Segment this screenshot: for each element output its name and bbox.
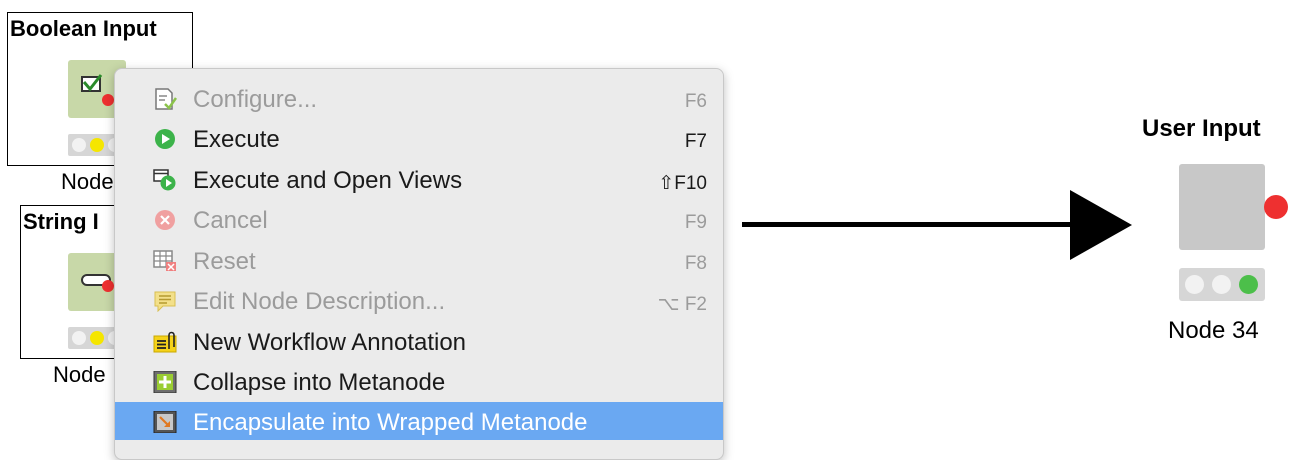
- configure-icon: [155, 88, 177, 110]
- menu-item-collapse-into-metanode[interactable]: Collapse into Metanode: [115, 362, 723, 400]
- menu-item-label: Encapsulate into Wrapped Metanode: [193, 409, 588, 436]
- menu-item-encapsulate-wrapped-metanode[interactable]: Encapsulate into Wrapped Metanode: [115, 402, 723, 440]
- menu-item-label: New Workflow Annotation: [193, 329, 467, 356]
- menu-item-label: Configure...: [193, 86, 318, 113]
- menu-item-label: Reset: [193, 248, 256, 275]
- status-light-2: [1212, 275, 1231, 294]
- menu-item-new-workflow-annotation[interactable]: New Workflow Annotation: [115, 322, 723, 360]
- execute-open-views-icon: [153, 169, 176, 191]
- output-port-icon[interactable]: [1264, 195, 1288, 219]
- user-input-status-lights: [1179, 268, 1265, 301]
- menu-item-execute-open-views[interactable]: Execute and Open Views ⇧F10: [115, 160, 723, 198]
- menu-item-label: Collapse into Metanode: [193, 369, 446, 396]
- menu-item-shortcut: ⌥ F2: [657, 294, 707, 315]
- status-light-1: [72, 138, 86, 152]
- cancel-icon: [155, 210, 175, 230]
- user-input-node-icon[interactable]: [1179, 164, 1265, 250]
- node-context-menu: Configure... F6 Execute F7 Execute and O…: [114, 68, 724, 460]
- boolean-input-node-title: Boolean Input: [10, 16, 157, 41]
- menu-item-shortcut: F7: [684, 131, 707, 152]
- menu-item-shortcut: ⇧F10: [658, 173, 707, 194]
- menu-item-edit-node-description[interactable]: Edit Node Description... ⌥ F2: [115, 281, 723, 319]
- string-input-node-title: String I: [23, 209, 99, 234]
- menu-item-label: Edit Node Description...: [193, 288, 446, 315]
- status-light-yellow: [90, 331, 104, 345]
- reset-icon: [153, 250, 176, 271]
- menu-item-label: Execute: [193, 126, 280, 153]
- status-light-yellow: [90, 138, 104, 152]
- annotation-icon: [153, 331, 177, 353]
- menu-item-shortcut: F6: [684, 91, 707, 112]
- transformation-arrow-shaft: [742, 222, 1078, 227]
- wrap-metanode-icon: [153, 411, 177, 433]
- menu-item-label: Cancel: [193, 207, 268, 234]
- status-light-1: [72, 331, 86, 345]
- arrow-right-icon: [1070, 190, 1132, 260]
- menu-item-shortcut: F8: [684, 253, 707, 274]
- collapse-metanode-icon: [153, 371, 177, 393]
- execute-icon: [155, 129, 175, 149]
- menu-item-cancel[interactable]: Cancel F9: [115, 200, 723, 238]
- user-input-node-label: Node 34: [1168, 317, 1259, 344]
- menu-item-label: Execute and Open Views: [193, 167, 463, 194]
- menu-item-reset[interactable]: Reset F8: [115, 241, 723, 279]
- edit-description-icon: [154, 291, 176, 312]
- status-light-1: [1185, 275, 1204, 294]
- menu-item-execute[interactable]: Execute F7: [115, 119, 723, 157]
- menu-item-configure[interactable]: Configure... F6: [115, 79, 723, 117]
- status-light-green: [1239, 275, 1258, 294]
- boolean-node-label: Node: [61, 169, 114, 194]
- user-input-node-title: User Input: [1142, 115, 1261, 142]
- menu-item-shortcut: F9: [684, 212, 707, 233]
- string-node-label: Node: [53, 362, 106, 387]
